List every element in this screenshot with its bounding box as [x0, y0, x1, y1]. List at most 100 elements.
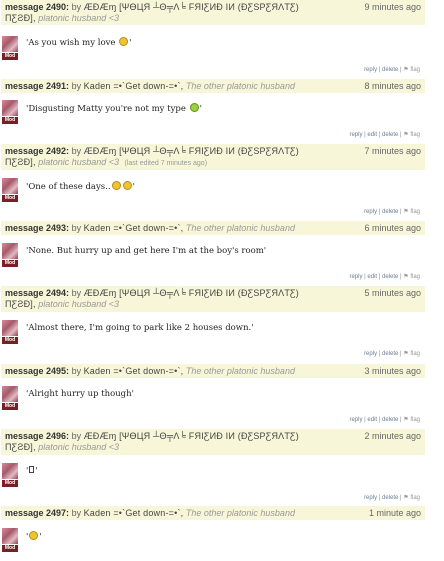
- avatar[interactable]: Mod: [2, 243, 18, 267]
- message-number: message 2493:: [5, 223, 70, 233]
- author-tag: The other platonic husband: [185, 81, 295, 91]
- author-tag: The other platonic husband: [185, 223, 295, 233]
- delete-link[interactable]: delete: [382, 67, 398, 73]
- avatar-image[interactable]: [2, 463, 18, 479]
- flag-icon[interactable]: ⚑: [403, 209, 408, 215]
- timestamp: 1 minute ago: [362, 508, 421, 519]
- flag-link[interactable]: flag: [410, 417, 420, 423]
- flag-icon[interactable]: ⚑: [403, 417, 408, 423]
- avatar-image[interactable]: [2, 100, 18, 116]
- delete-link[interactable]: delete: [382, 417, 398, 423]
- reply-link[interactable]: reply: [349, 132, 362, 138]
- reply-link[interactable]: reply: [364, 351, 377, 357]
- mod-badge: Mod: [2, 403, 18, 410]
- message-number: message 2490:: [5, 2, 70, 12]
- sad-emoji-icon: [111, 181, 121, 190]
- author-link-cont[interactable]: ПƸƧÐ],: [5, 299, 36, 309]
- author-link[interactable]: ÆÐÆɱ [ΨƟЦЯ ┴Θ╤Λ╘ FЯIƸИÐ IИ (ÐƸSPƸЯΛТƸ): [84, 146, 299, 156]
- avatar-image[interactable]: [2, 178, 18, 194]
- flag-icon[interactable]: ⚑: [403, 351, 408, 357]
- flag-link[interactable]: flag: [410, 132, 420, 138]
- message-number: message 2496:: [5, 431, 70, 441]
- mod-badge: Mod: [2, 337, 18, 344]
- message-actions: reply | delete | ⚑ flag: [364, 67, 420, 73]
- avatar[interactable]: Mod: [2, 386, 18, 410]
- message-header: message 2494: by ÆÐÆɱ [ΨƟЦЯ ┴Θ╤Λ╘ FЯIƸИÐ…: [1, 286, 425, 312]
- avatar-image[interactable]: [2, 386, 18, 402]
- timestamp: 6 minutes ago: [358, 223, 421, 234]
- author-link[interactable]: Kaden =•`Get down-=•`,: [84, 508, 184, 518]
- mod-badge: Mod: [2, 195, 18, 202]
- flag-link[interactable]: flag: [410, 209, 420, 215]
- author-link-cont[interactable]: ПƸƧÐ],: [5, 442, 36, 452]
- avatar-image[interactable]: [2, 243, 18, 259]
- flag-link[interactable]: flag: [410, 274, 420, 280]
- message-number: message 2492:: [5, 146, 70, 156]
- message-actions: reply | edit | delete | ⚑ flag: [349, 132, 420, 138]
- author-tag: The other platonic husband: [185, 366, 295, 376]
- flag-icon[interactable]: ⚑: [403, 67, 408, 73]
- delete-link[interactable]: delete: [382, 209, 398, 215]
- author-link[interactable]: Kaden =•`Get down-=•`,: [84, 223, 184, 233]
- author-tag: platonic husband <3: [38, 157, 120, 167]
- author-link[interactable]: ÆÐÆɱ [ΨƟЦЯ ┴Θ╤Λ╘ FЯIƸИÐ IИ (ÐƸSPƸЯΛТƸ): [84, 2, 299, 12]
- flag-link[interactable]: flag: [410, 351, 420, 357]
- mod-badge: Mod: [2, 260, 18, 267]
- flag-link[interactable]: flag: [410, 495, 420, 501]
- delete-link[interactable]: delete: [382, 132, 398, 138]
- message-header: message 2497: by Kaden =•`Get down-=•`, …: [1, 506, 425, 520]
- author-link[interactable]: Kaden =•`Get down-=•`,: [84, 81, 184, 91]
- timestamp: 7 minutes ago: [358, 146, 421, 157]
- reply-link[interactable]: reply: [364, 67, 377, 73]
- author-link[interactable]: Kaden =•`Get down-=•`,: [84, 366, 184, 376]
- reply-link[interactable]: reply: [364, 495, 377, 501]
- flag-icon[interactable]: ⚑: [403, 274, 408, 280]
- avatar-image[interactable]: [2, 320, 18, 336]
- author-link-cont[interactable]: ПƸƧÐ],: [5, 13, 36, 23]
- author-tag: platonic husband <3: [38, 13, 120, 23]
- avatar-image[interactable]: [2, 36, 18, 52]
- unknown-glyph-icon: [29, 466, 35, 473]
- message-body: 'Almost there, I'm going to park like 2 …: [26, 323, 254, 333]
- avatar[interactable]: Mod: [2, 320, 18, 344]
- mod-badge: Mod: [2, 545, 18, 552]
- message-number: message 2495:: [5, 366, 70, 376]
- message-header: message 2496: by ÆÐÆɱ [ΨƟЦЯ ┴Θ╤Λ╘ FЯIƸИÐ…: [1, 429, 425, 455]
- author-link[interactable]: ÆÐÆɱ [ΨƟЦЯ ┴Θ╤Λ╘ FЯIƸИÐ IИ (ÐƸSPƸЯΛТƸ): [84, 431, 299, 441]
- message-header: message 2492: by ÆÐÆɱ [ΨƟЦЯ ┴Θ╤Λ╘ FЯIƸИÐ…: [1, 144, 425, 170]
- avatar[interactable]: Mod: [2, 178, 18, 202]
- sick-emoji-icon: [189, 103, 199, 112]
- smile-emoji-icon: [119, 37, 129, 46]
- message-number: message 2497:: [5, 508, 70, 518]
- avatar[interactable]: Mod: [2, 528, 18, 552]
- message-body: 'One of these days.. ': [26, 181, 135, 192]
- flag-icon[interactable]: ⚑: [403, 132, 408, 138]
- reply-link[interactable]: reply: [349, 417, 362, 423]
- flag-icon[interactable]: ⚑: [403, 495, 408, 501]
- delete-link[interactable]: delete: [382, 274, 398, 280]
- message-actions: reply | edit | delete | ⚑ flag: [349, 274, 420, 280]
- timestamp: 2 minutes ago: [358, 431, 421, 442]
- author-link-cont[interactable]: ПƸƧÐ],: [5, 157, 36, 167]
- avatar[interactable]: Mod: [2, 36, 18, 60]
- message-actions: reply | delete | ⚑ flag: [364, 351, 420, 357]
- mod-badge: Mod: [2, 53, 18, 60]
- edit-link[interactable]: edit: [367, 417, 377, 423]
- edit-link[interactable]: edit: [367, 274, 377, 280]
- timestamp: 5 minutes ago: [358, 288, 421, 299]
- message-header: message 2490: by ÆÐÆɱ [ΨƟЦЯ ┴Θ╤Λ╘ FЯIƸИÐ…: [1, 0, 425, 25]
- edit-link[interactable]: edit: [367, 132, 377, 138]
- reply-link[interactable]: reply: [364, 209, 377, 215]
- avatar[interactable]: Mod: [2, 100, 18, 124]
- avatar-image[interactable]: [2, 528, 18, 544]
- message-number: message 2491:: [5, 81, 70, 91]
- delete-link[interactable]: delete: [382, 495, 398, 501]
- message-header: message 2493: by Kaden =•`Get down-=•`, …: [1, 221, 425, 235]
- delete-link[interactable]: delete: [382, 351, 398, 357]
- avatar[interactable]: Mod: [2, 463, 18, 487]
- flag-link[interactable]: flag: [410, 67, 420, 73]
- message-actions: reply | delete | ⚑ flag: [364, 209, 420, 215]
- timestamp: 8 minutes ago: [358, 81, 421, 92]
- author-link[interactable]: ÆÐÆɱ [ΨƟЦЯ ┴Θ╤Λ╘ FЯIƸИÐ IИ (ÐƸSPƸЯΛТƸ): [84, 288, 299, 298]
- reply-link[interactable]: reply: [349, 274, 362, 280]
